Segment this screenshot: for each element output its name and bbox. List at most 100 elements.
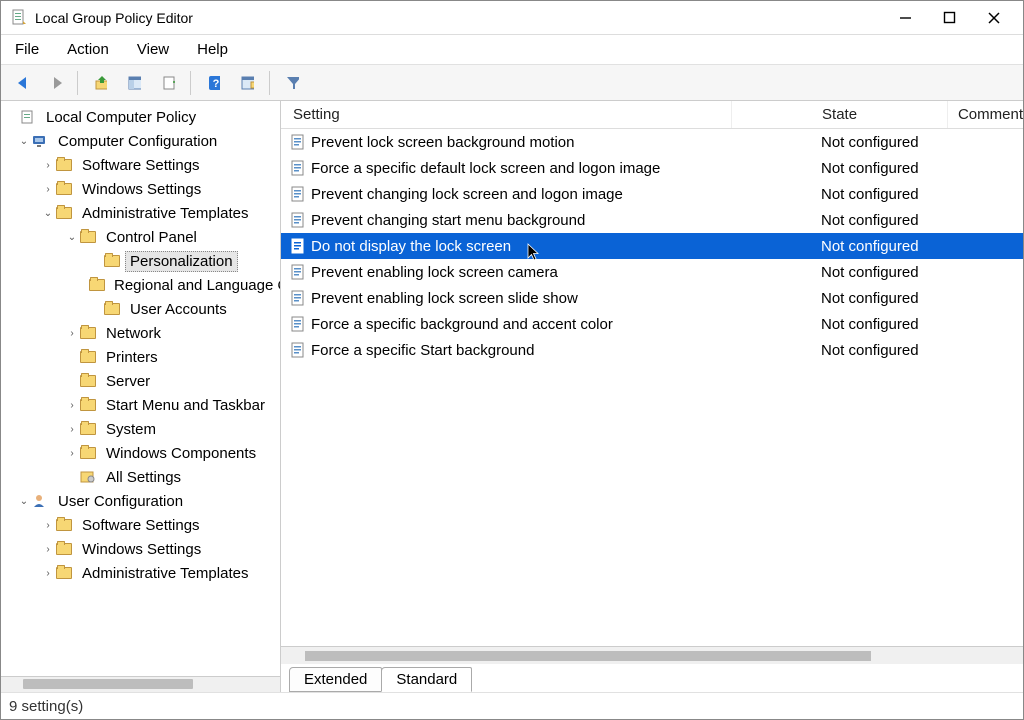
expand-icon[interactable]: › — [65, 400, 79, 411]
setting-icon — [289, 133, 307, 151]
tree-network[interactable]: ›Network — [5, 321, 280, 345]
menu-help[interactable]: Help — [197, 41, 228, 58]
view-tabs: Extended Standard — [281, 664, 1023, 692]
tree-server[interactable]: Server — [5, 369, 280, 393]
list-horizontal-scrollbar[interactable] — [281, 646, 1023, 664]
tree-user-config[interactable]: ⌄User Configuration — [5, 489, 280, 513]
list-row[interactable]: Force a specific default lock screen and… — [281, 155, 1023, 181]
setting-icon — [289, 159, 307, 177]
list-row[interactable]: Force a specific background and accent c… — [281, 311, 1023, 337]
tree-control-panel[interactable]: ⌄ Control Panel — [5, 225, 280, 249]
help-button[interactable]: ? — [199, 69, 227, 97]
menu-action[interactable]: Action — [67, 41, 109, 58]
tree-all-settings[interactable]: All Settings — [5, 465, 280, 489]
collapse-icon[interactable]: ⌄ — [17, 136, 31, 147]
list-row[interactable]: Prevent changing start menu backgroundNo… — [281, 207, 1023, 233]
computer-icon — [31, 132, 49, 150]
tab-standard[interactable]: Standard — [381, 667, 472, 692]
expand-icon[interactable]: › — [65, 448, 79, 459]
list-row[interactable]: Prevent changing lock screen and logon i… — [281, 181, 1023, 207]
expand-icon[interactable]: › — [41, 160, 55, 171]
tree-personalization[interactable]: Personalization — [5, 249, 280, 273]
filter-button[interactable] — [278, 69, 306, 97]
collapse-icon[interactable]: ⌄ — [17, 496, 31, 507]
setting-icon — [289, 341, 307, 359]
forward-button[interactable] — [41, 69, 69, 97]
setting-state: Not configured — [761, 316, 991, 333]
show-hide-tree-button[interactable] — [120, 69, 148, 97]
up-button[interactable] — [86, 69, 114, 97]
setting-name: Force a specific default lock screen and… — [311, 160, 761, 177]
folder-icon — [79, 444, 97, 462]
settings-list[interactable]: Prevent lock screen background motion Not… — [281, 129, 1023, 646]
setting-icon — [289, 263, 307, 281]
tree-uc-admin-templates[interactable]: ›Administrative Templates — [5, 561, 280, 585]
tab-extended[interactable]: Extended — [289, 667, 382, 692]
collapse-icon[interactable]: ⌄ — [41, 208, 55, 219]
tree-start-menu-taskbar[interactable]: › Start Menu and Taskbar — [5, 393, 280, 417]
tree-regional-language[interactable]: Regional and Language Options — [5, 273, 280, 297]
tree-system[interactable]: › System — [5, 417, 280, 441]
column-setting[interactable]: Setting — [281, 101, 732, 128]
tree-user-accounts[interactable]: User Accounts — [5, 297, 280, 321]
tree-label: Windows Components — [101, 443, 261, 464]
app-window: Local Group Policy Editor File Action Vi… — [0, 0, 1024, 720]
expand-icon[interactable]: › — [41, 520, 55, 531]
list-pane: Setting State Comment Prevent lock scree… — [281, 101, 1023, 692]
menu-view[interactable]: View — [137, 41, 169, 58]
tree-label: Windows Settings — [77, 539, 206, 560]
folder-icon — [55, 156, 73, 174]
tree-admin-templates[interactable]: ⌄Administrative Templates — [5, 201, 280, 225]
toolbar-separator — [269, 71, 270, 95]
maximize-button[interactable] — [941, 9, 959, 27]
expand-icon[interactable]: › — [41, 544, 55, 555]
expand-icon[interactable]: › — [41, 568, 55, 579]
tree-label: Start Menu and Taskbar — [101, 395, 270, 416]
column-comment[interactable]: Comment — [948, 101, 1023, 128]
menu-file[interactable]: File — [15, 41, 39, 58]
tree-root[interactable]: Local Computer Policy — [5, 105, 280, 129]
scrollbar-thumb[interactable] — [305, 651, 871, 661]
expand-icon[interactable]: › — [65, 424, 79, 435]
user-icon — [31, 492, 49, 510]
list-row[interactable]: Prevent enabling lock screen cameraNot c… — [281, 259, 1023, 285]
setting-state: Not configured — [761, 238, 991, 255]
tree-label: System — [101, 419, 161, 440]
list-row[interactable]: Prevent enabling lock screen slide showN… — [281, 285, 1023, 311]
tree-label: All Settings — [101, 467, 186, 488]
folder-icon — [55, 180, 73, 198]
setting-name: Prevent changing start menu background — [311, 212, 761, 229]
scrollbar-thumb[interactable] — [23, 679, 193, 689]
list-row[interactable]: Do not display the lock screenNot config… — [281, 233, 1023, 259]
folder-icon — [79, 420, 97, 438]
tree-printers[interactable]: Printers — [5, 345, 280, 369]
properties-button[interactable] — [233, 69, 261, 97]
policy-tree[interactable]: Local Computer Policy ⌄Computer Configur… — [1, 101, 280, 676]
tree-label: Control Panel — [101, 227, 202, 248]
tree-uc-windows-settings[interactable]: › Windows Settings — [5, 537, 280, 561]
back-button[interactable] — [7, 69, 35, 97]
setting-icon — [289, 315, 307, 333]
tree-windows-settings[interactable]: ›Windows Settings — [5, 177, 280, 201]
column-state[interactable]: State — [732, 101, 948, 128]
close-button[interactable] — [985, 9, 1003, 27]
tree-horizontal-scrollbar[interactable] — [1, 676, 280, 692]
collapse-icon[interactable]: ⌄ — [65, 232, 79, 243]
expand-icon[interactable]: › — [65, 328, 79, 339]
setting-state: Not configured — [761, 264, 991, 281]
folder-icon — [103, 300, 121, 318]
expand-icon[interactable]: › — [41, 184, 55, 195]
tree-computer-config[interactable]: ⌄Computer Configuration — [5, 129, 280, 153]
setting-icon — [289, 185, 307, 203]
tree-software-settings[interactable]: ›Software Settings — [5, 153, 280, 177]
status-text: 9 setting(s) — [9, 698, 83, 715]
export-button[interactable] — [154, 69, 182, 97]
setting-state: Not configured — [761, 212, 991, 229]
list-row[interactable]: Force a specific Start backgroundNot con… — [281, 337, 1023, 363]
minimize-button[interactable] — [897, 9, 915, 27]
folder-icon — [89, 276, 105, 294]
list-row[interactable]: Prevent lock screen background motionNot… — [281, 129, 1023, 155]
tree-windows-components[interactable]: › Windows Components — [5, 441, 280, 465]
setting-name: Prevent lock screen background motion — [311, 134, 761, 151]
tree-uc-software-settings[interactable]: ›Software Settings — [5, 513, 280, 537]
